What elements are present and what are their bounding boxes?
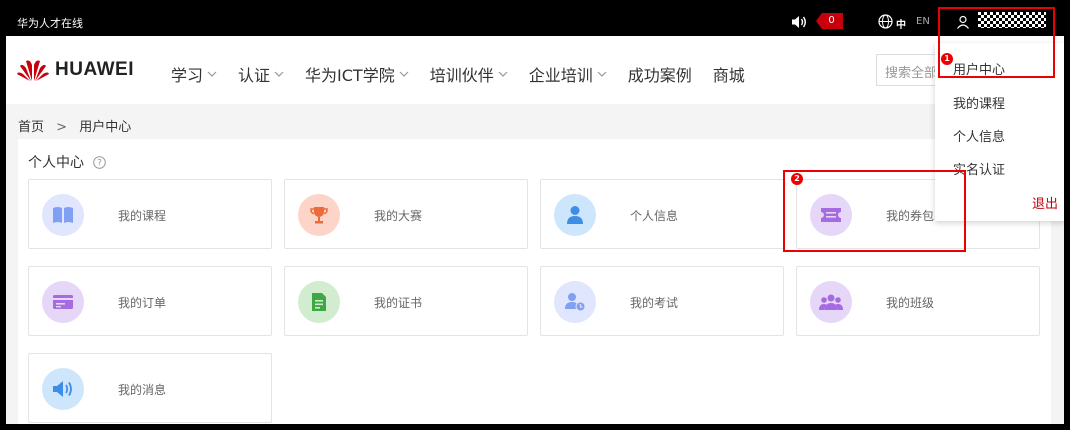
- nav-item-store[interactable]: 商城: [713, 62, 745, 86]
- chevron-down-icon: [274, 71, 284, 77]
- nav-label: 培训伙伴: [429, 66, 494, 85]
- menu-item-logout[interactable]: 退出: [1032, 193, 1058, 212]
- speaker-icon[interactable]: [791, 14, 807, 33]
- order-icon: [42, 281, 84, 323]
- card-personal-info[interactable]: 个人信息: [540, 179, 784, 249]
- card-my-competitions[interactable]: 我的大赛: [284, 179, 528, 249]
- help-icon[interactable]: ?: [93, 155, 106, 169]
- huawei-flower-icon: [17, 60, 49, 81]
- chevron-down-icon: [498, 71, 508, 77]
- nav-item-success-cases[interactable]: 成功案例: [628, 62, 692, 86]
- panel-title-text: 个人中心: [28, 155, 84, 171]
- lang-zh-option[interactable]: 中: [896, 16, 906, 31]
- annotation-box-step2: [783, 170, 966, 252]
- card-my-certificates[interactable]: 我的证书: [284, 266, 528, 336]
- card-my-messages[interactable]: 我的消息: [28, 353, 272, 423]
- nav-label: 华为ICT学院: [305, 66, 395, 85]
- chevron-down-icon: [399, 71, 409, 77]
- card-label: 我的考试: [630, 296, 679, 310]
- menu-item-personal-info[interactable]: 个人信息: [953, 126, 1005, 145]
- book-icon: [42, 194, 84, 236]
- chevron-down-icon: [207, 71, 217, 77]
- nav-label: 成功案例: [627, 66, 692, 85]
- breadcrumb-home[interactable]: 首页: [18, 120, 44, 135]
- main-header: HUAWEI 学习 认证 华为ICT学院 培训伙伴 企业培训 成功案例 商城 搜…: [6, 36, 1064, 104]
- main-nav: 学习 认证 华为ICT学院 培训伙伴 企业培训 成功案例 商城: [171, 62, 766, 86]
- breadcrumb-separator: >: [56, 120, 68, 135]
- svg-text:?: ?: [97, 158, 102, 168]
- nav-label: 商城: [712, 66, 745, 85]
- panel-title: 个人中心 ?: [28, 152, 106, 172]
- menu-item-my-courses[interactable]: 我的课程: [953, 93, 1005, 112]
- card-label: 我的消息: [118, 383, 167, 397]
- nav-label: 企业培训: [528, 66, 593, 85]
- page-frame: 华为人才在线 0 中 EN HUAWEI 学习 认证 华为ICT学院 培训伙伴 …: [6, 6, 1064, 424]
- message-icon: [42, 368, 84, 410]
- certificate-icon: [298, 281, 340, 323]
- nav-item-certification[interactable]: 认证: [238, 62, 284, 86]
- breadcrumb: 首页 > 用户中心: [18, 116, 131, 135]
- card-my-classes[interactable]: 我的班级: [796, 266, 1040, 336]
- huawei-logo[interactable]: HUAWEI: [17, 58, 134, 82]
- card-label: 我的大赛: [374, 209, 423, 223]
- card-label: 个人信息: [630, 209, 679, 223]
- logo-text: HUAWEI: [55, 59, 134, 80]
- site-name[interactable]: 华为人才在线: [17, 15, 83, 31]
- breadcrumb-current: 用户中心: [79, 120, 132, 135]
- notification-count-badge[interactable]: 0: [816, 13, 843, 29]
- nav-item-learn[interactable]: 学习: [171, 62, 217, 86]
- card-my-orders[interactable]: 我的订单: [28, 266, 272, 336]
- annotation-number-step1: 1: [941, 53, 953, 65]
- globe-icon[interactable]: [878, 14, 893, 33]
- card-my-exams[interactable]: 我的考试: [540, 266, 784, 336]
- class-icon: [810, 281, 852, 323]
- card-label: 我的证书: [374, 296, 423, 310]
- top-bar: 华为人才在线 0 中 EN: [6, 6, 1064, 36]
- nav-label: 学习: [171, 66, 204, 85]
- card-label: 我的班级: [886, 296, 935, 310]
- annotation-box-step1: [938, 7, 1055, 78]
- card-label: 我的课程: [118, 209, 167, 223]
- trophy-icon: [298, 194, 340, 236]
- chevron-down-icon: [597, 71, 607, 77]
- person-icon: [554, 194, 596, 236]
- card-my-courses[interactable]: 我的课程: [28, 179, 272, 249]
- nav-item-ict-academy[interactable]: 华为ICT学院: [305, 62, 409, 86]
- nav-label: 认证: [238, 66, 271, 85]
- lang-en-option[interactable]: EN: [916, 16, 930, 27]
- card-label: 我的订单: [118, 296, 167, 310]
- annotation-number-step2: 2: [791, 173, 803, 185]
- nav-item-enterprise-training[interactable]: 企业培训: [529, 62, 607, 86]
- exam-icon: [554, 281, 596, 323]
- nav-item-training-partners[interactable]: 培训伙伴: [430, 62, 508, 86]
